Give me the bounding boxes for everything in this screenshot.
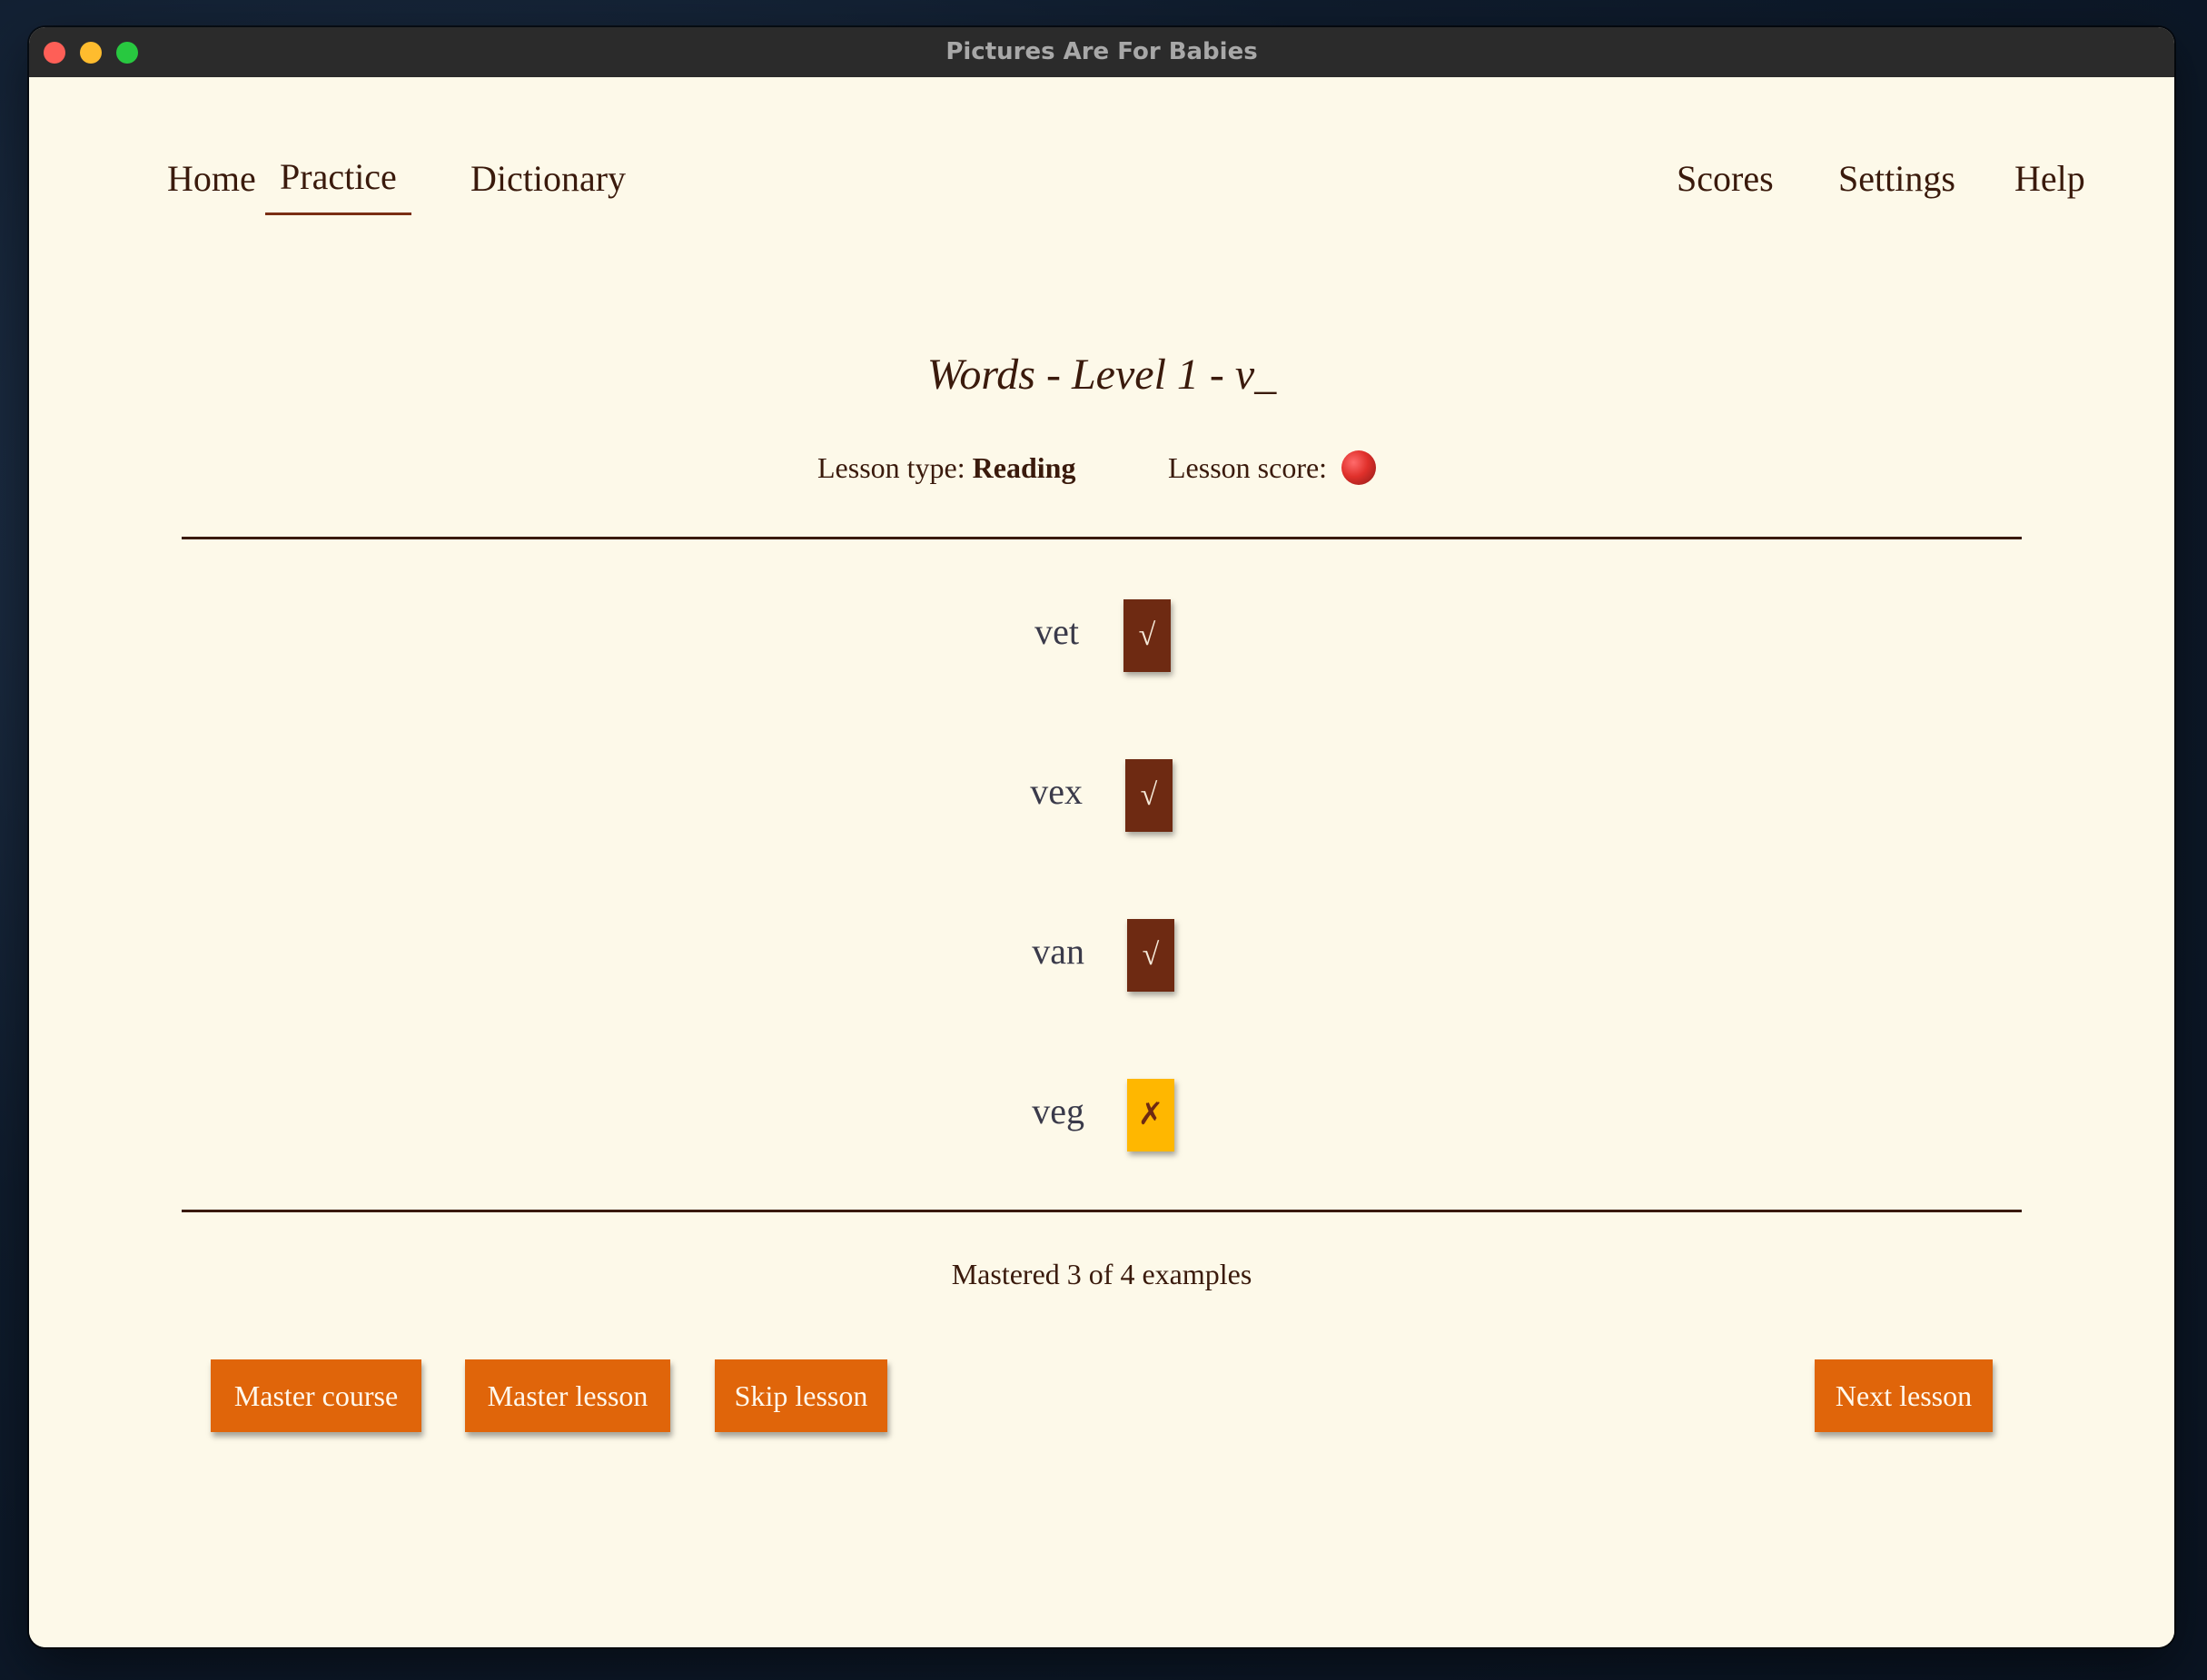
- example-word: vex: [992, 770, 1083, 813]
- master-course-button[interactable]: Master course: [211, 1359, 421, 1432]
- lesson-title: Words - Level 1 - v_: [29, 350, 2174, 400]
- skip-lesson-button[interactable]: Skip lesson: [715, 1359, 887, 1432]
- lesson-score-label: Lesson score:: [1168, 451, 1327, 484]
- app-window: Pictures Are For Babies Home Practice Di…: [29, 27, 2174, 1647]
- lesson-type: Lesson type: Reading: [817, 451, 1075, 485]
- nav-settings[interactable]: Settings: [1824, 157, 1970, 200]
- master-lesson-button[interactable]: Master lesson: [465, 1359, 670, 1432]
- window-title: Pictures Are For Babies: [29, 27, 2174, 77]
- next-lesson-button[interactable]: Next lesson: [1815, 1359, 1993, 1432]
- lesson-type-value: Reading: [973, 451, 1076, 484]
- nav-scores[interactable]: Scores: [1662, 157, 1788, 200]
- example-word: vet: [988, 610, 1079, 653]
- nav-dictionary[interactable]: Dictionary: [456, 157, 640, 200]
- example-row: vet √: [29, 599, 2174, 672]
- bottom-divider: [182, 1210, 2022, 1212]
- nav-home[interactable]: Home: [153, 157, 271, 200]
- check-icon[interactable]: √: [1125, 759, 1173, 832]
- check-icon[interactable]: √: [1127, 919, 1174, 992]
- example-row: vex √: [29, 759, 2174, 832]
- top-divider: [182, 537, 2022, 539]
- lesson-type-label: Lesson type:: [817, 451, 965, 484]
- example-word: veg: [994, 1090, 1084, 1132]
- example-word: van: [994, 930, 1084, 973]
- cross-icon[interactable]: ✗: [1127, 1079, 1174, 1151]
- main-content: Home Practice Dictionary Scores Settings…: [29, 77, 2174, 1647]
- nav-practice[interactable]: Practice: [265, 155, 411, 215]
- mastered-summary: Mastered 3 of 4 examples: [29, 1258, 2174, 1291]
- example-row: van √: [29, 919, 2174, 992]
- nav-help[interactable]: Help: [2000, 157, 2100, 200]
- score-red-circle-icon: [1341, 450, 1376, 485]
- lesson-score: Lesson score:: [1168, 451, 1376, 489]
- check-icon[interactable]: √: [1123, 599, 1171, 672]
- example-row: veg ✗: [29, 1079, 2174, 1151]
- title-bar: Pictures Are For Babies: [29, 27, 2174, 78]
